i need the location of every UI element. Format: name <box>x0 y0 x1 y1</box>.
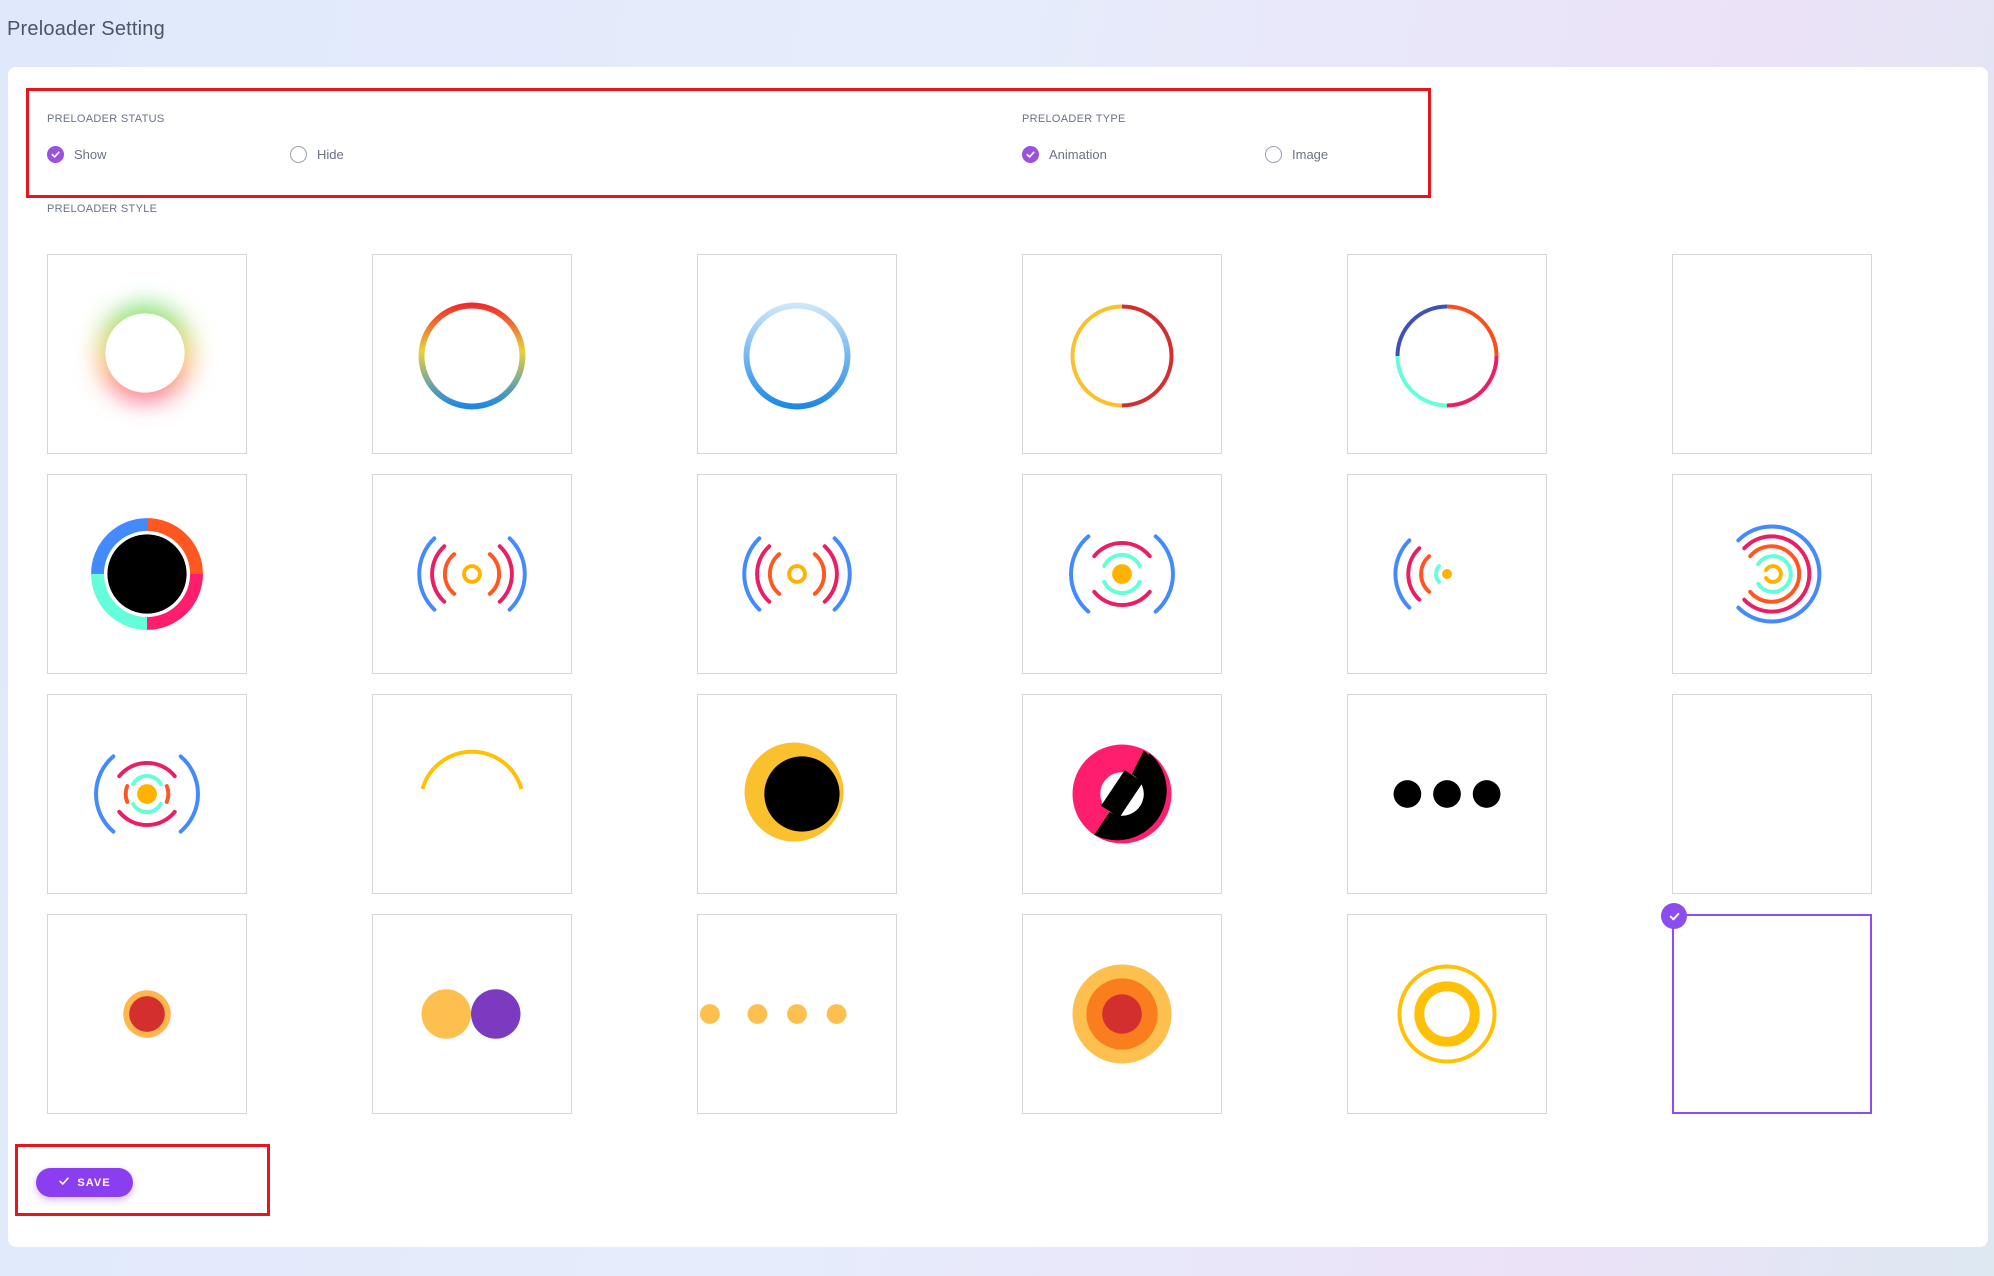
target-arcs-2-icon <box>94 754 200 834</box>
status-hide-label: Hide <box>317 147 344 162</box>
preloader-style-label: PRELOADER STYLE <box>47 203 158 215</box>
preloader-style-tile-three-dots[interactable] <box>1347 694 1547 894</box>
status-show-radio[interactable]: Show <box>47 146 107 163</box>
status-show-label: Show <box>74 147 107 162</box>
type-image-label: Image <box>1292 147 1329 162</box>
preloader-style-tile-glow-ring[interactable] <box>47 254 247 454</box>
orange-rings-icon <box>1072 964 1172 1064</box>
save-button[interactable]: SAVE <box>36 1168 133 1197</box>
concentric-arcs-icon <box>1736 524 1822 624</box>
preloader-style-tile-signal-waves-2[interactable] <box>697 474 897 674</box>
gradient-ring-icon <box>418 302 526 410</box>
preloader-style-tile-four-dots[interactable] <box>697 914 897 1114</box>
radio-checked-icon <box>47 146 64 163</box>
three-dots-icon <box>1393 780 1501 808</box>
preloader-style-tile-split-ring[interactable] <box>1022 254 1222 454</box>
preloader-style-tile-selected[interactable] <box>1661 903 1872 1114</box>
status-hide-radio[interactable]: Hide <box>290 146 344 163</box>
type-animation-radio[interactable]: Animation <box>1022 146 1107 163</box>
highlight-box-status-type <box>26 88 1431 198</box>
preloader-style-tile-signal-waves[interactable] <box>372 474 572 674</box>
preloader-style-tile-partial-waves[interactable] <box>1347 474 1547 674</box>
selected-check-icon <box>1661 903 1687 929</box>
type-image-radio[interactable]: Image <box>1265 146 1328 163</box>
preloader-style-tile-pulse-dot[interactable] <box>47 914 247 1114</box>
target-arcs-icon <box>1069 534 1175 614</box>
blue-ring-icon <box>743 302 851 410</box>
pulse-dot-icon <box>123 990 171 1038</box>
preloader-style-tile-blank[interactable] <box>1672 694 1872 894</box>
check-icon <box>58 1175 70 1190</box>
four-dots-icon <box>699 1004 847 1024</box>
signal-waves-icon <box>417 536 527 612</box>
glow-ring-icon <box>97 305 193 401</box>
signal-waves-2-icon <box>742 536 852 612</box>
quad-ring-icon <box>91 518 203 630</box>
two-balls-icon <box>421 989 521 1039</box>
preloader-style-tile-arc[interactable] <box>372 694 572 894</box>
preloader-style-tile-gradient-ring-2[interactable] <box>1347 254 1547 454</box>
pink-black-disc-icon <box>1072 744 1172 844</box>
arc-icon <box>420 749 524 790</box>
preloader-style-tile-eclipse[interactable] <box>697 694 897 894</box>
page-title: Preloader Setting <box>7 18 165 40</box>
preloader-type-label: PRELOADER TYPE <box>1022 113 1126 125</box>
yellow-rings-icon <box>1397 964 1497 1064</box>
preloader-style-tile-orange-rings[interactable] <box>1022 914 1222 1114</box>
preloader-style-tile-two-balls[interactable] <box>372 914 572 1114</box>
preloader-style-tile-concentric-arcs[interactable] <box>1672 474 1872 674</box>
preloader-style-tile-target-arcs[interactable] <box>1022 474 1222 674</box>
preloader-style-tile-pink-black-disc[interactable] <box>1022 694 1222 894</box>
eclipse-icon <box>744 742 844 842</box>
split-ring-icon <box>1070 304 1174 408</box>
preloader-style-tile-blue-ring[interactable] <box>697 254 897 454</box>
radio-checked-icon <box>1022 146 1039 163</box>
preloader-style-tile-quad-ring[interactable] <box>47 474 247 674</box>
preloader-style-tile-gradient-ring[interactable] <box>372 254 572 454</box>
preloader-style-tile-target-arcs-2[interactable] <box>47 694 247 894</box>
preloader-style-tile-yellow-rings[interactable] <box>1347 914 1547 1114</box>
partial-waves-icon <box>1393 538 1452 610</box>
preloader-style-tile-blank[interactable] <box>1672 254 1872 454</box>
radio-unchecked-icon <box>290 146 307 163</box>
save-label: SAVE <box>77 1176 111 1189</box>
preloader-status-label: PRELOADER STATUS <box>47 113 165 125</box>
gradient-ring-2-icon <box>1395 304 1499 408</box>
radio-unchecked-icon <box>1265 146 1282 163</box>
type-animation-label: Animation <box>1049 147 1107 162</box>
